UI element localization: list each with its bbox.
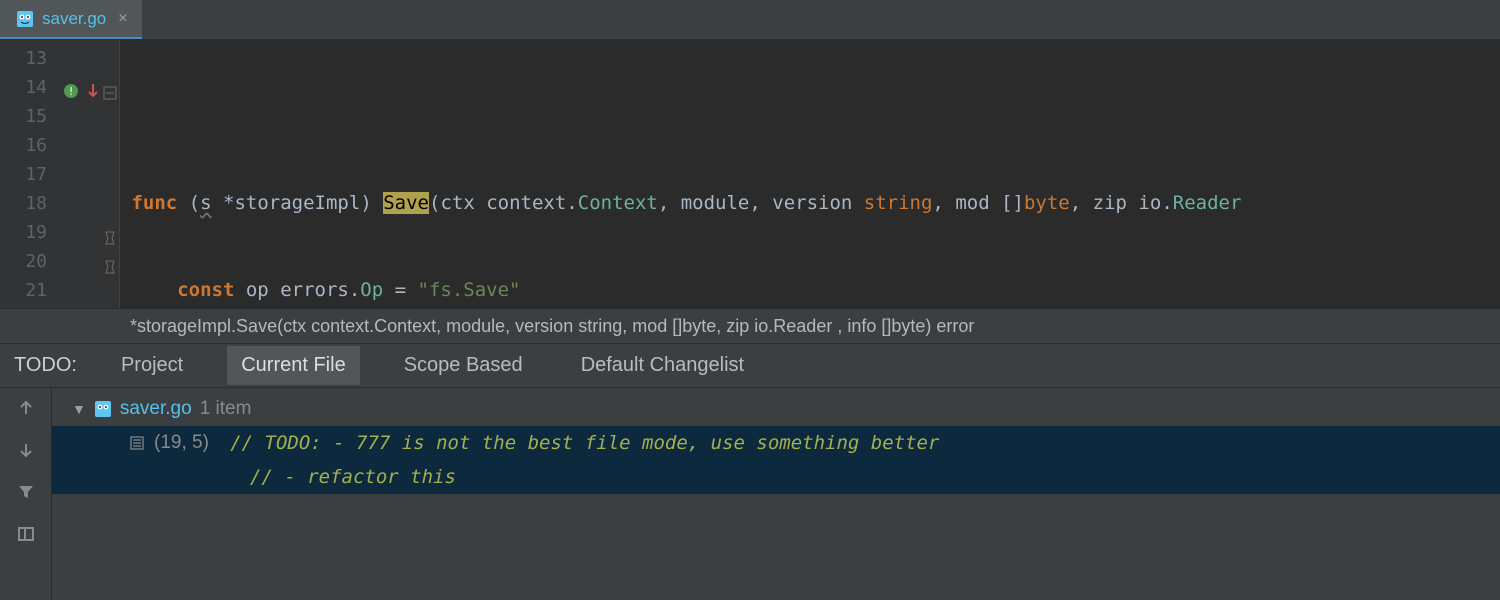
line-number: 20: [25, 251, 47, 272]
todo-title: TODO:: [14, 354, 77, 377]
todo-item-text: // - refactor this: [250, 460, 456, 494]
todo-panel-body: ▼ saver.go 1 item (19, 5) // TODO: - 777…: [0, 388, 1500, 600]
editor-tab-strip: saver.go ×: [0, 0, 1500, 40]
line-number: 18: [25, 193, 47, 214]
breadcrumb-text: *storageImpl.Save(ctx context.Context, m…: [130, 316, 974, 337]
todo-item-text: // TODO: - 777 is not the best file mode…: [230, 426, 939, 460]
line-number: 14: [25, 77, 47, 98]
go-file-icon: [16, 10, 34, 28]
todo-item-position: (19, 5): [154, 426, 209, 460]
todo-panel-header: TODO: Project Current File Scope Based D…: [0, 344, 1500, 388]
breadcrumb-bar: *storageImpl.Save(ctx context.Context, m…: [0, 308, 1500, 344]
filter-icon[interactable]: [14, 480, 38, 504]
todo-file-node[interactable]: ▼ saver.go 1 item: [52, 392, 1500, 426]
todo-item-icon: [128, 434, 146, 452]
line-number: 16: [25, 135, 47, 156]
close-tab-icon[interactable]: ×: [118, 10, 127, 28]
layout-icon[interactable]: [14, 522, 38, 546]
svg-text:!: !: [68, 85, 75, 98]
code-line: const op errors.Op = "fs.Save": [120, 276, 1500, 305]
todo-file-count: 1 item: [200, 392, 252, 426]
todo-tree: ▼ saver.go 1 item (19, 5) // TODO: - 777…: [52, 388, 1500, 600]
go-file-icon: [94, 400, 112, 418]
code-line: func (s *storageImpl) Save(ctx context.C…: [120, 189, 1500, 218]
line-number: 17: [25, 164, 47, 185]
prev-todo-icon[interactable]: [14, 396, 38, 420]
collapse-icon[interactable]: ▼: [72, 392, 86, 426]
inlay-clock-icon: [103, 225, 117, 239]
file-tab-saver[interactable]: saver.go ×: [0, 0, 142, 39]
todo-item-continuation[interactable]: // - refactor this: [52, 460, 1500, 494]
vcs-change-icon[interactable]: [85, 79, 99, 95]
todo-toolbar: [0, 388, 52, 600]
file-tab-label: saver.go: [42, 9, 106, 29]
editor-gutter: 13 14 ! 15 16 17 18 19 20 21: [0, 40, 120, 308]
run-gutter-icon[interactable]: !: [63, 79, 79, 95]
todo-tab-project[interactable]: Project: [107, 346, 197, 385]
code-editor[interactable]: 13 14 ! 15 16 17 18 19 20 21: [0, 40, 1500, 308]
todo-tab-changelist[interactable]: Default Changelist: [567, 346, 758, 385]
next-todo-icon[interactable]: [14, 438, 38, 462]
code-area[interactable]: func (s *storageImpl) Save(ctx context.C…: [120, 40, 1500, 308]
todo-file-name: saver.go: [120, 392, 192, 426]
todo-item[interactable]: (19, 5) // TODO: - 777 is not the best f…: [52, 426, 1500, 460]
inlay-clock-icon: [103, 254, 117, 268]
todo-tab-scope[interactable]: Scope Based: [390, 346, 537, 385]
line-number: 19: [25, 222, 47, 243]
line-number: 21: [25, 280, 47, 301]
todo-tab-current-file[interactable]: Current File: [227, 346, 359, 385]
line-number: 13: [25, 48, 47, 69]
line-number: 15: [25, 106, 47, 127]
fold-toggle-icon[interactable]: [103, 80, 117, 94]
